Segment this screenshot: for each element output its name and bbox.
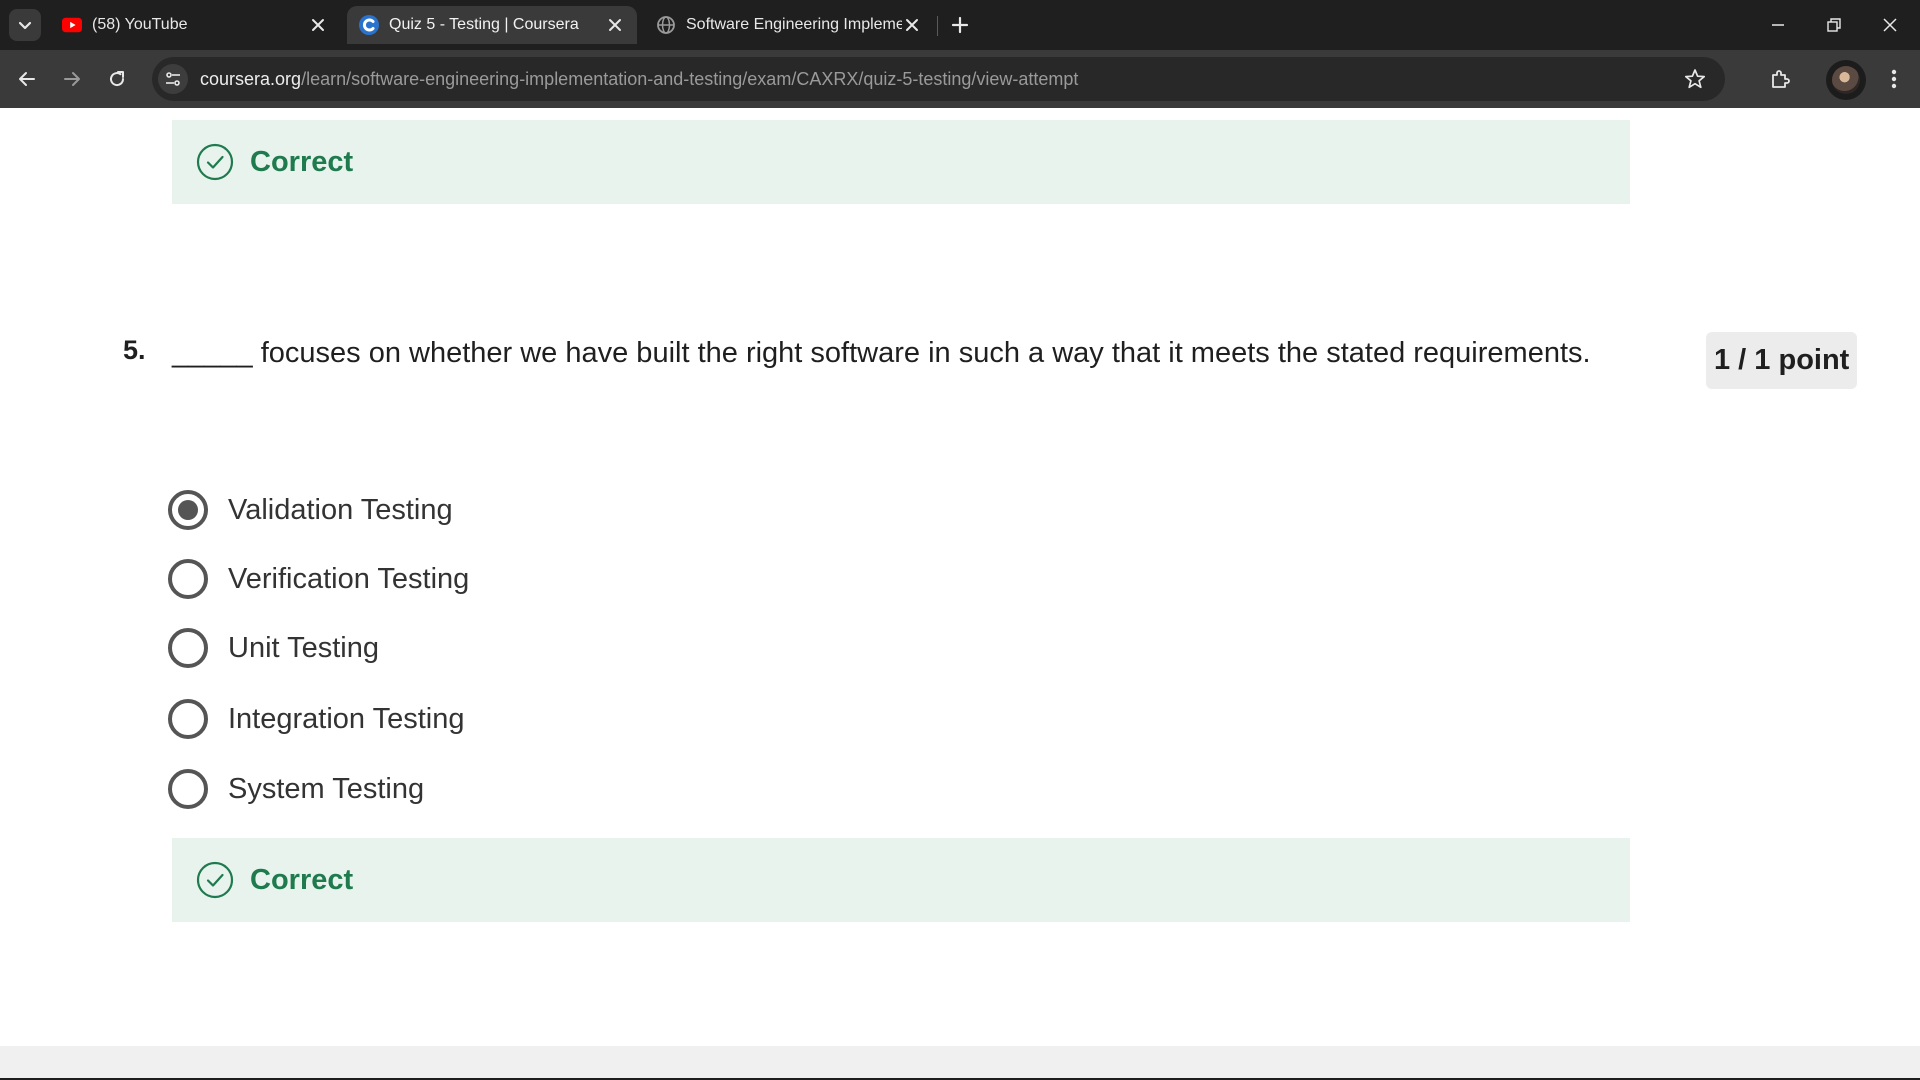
more-vertical-icon bbox=[1891, 69, 1897, 89]
arrow-left-icon bbox=[19, 72, 35, 86]
close-window-button[interactable] bbox=[1862, 0, 1918, 50]
radio-button-selected[interactable] bbox=[168, 490, 208, 530]
option-verification-testing[interactable]: Verification Testing bbox=[168, 559, 469, 599]
reload-icon bbox=[110, 71, 125, 87]
feedback-label: Correct bbox=[250, 145, 354, 178]
tab-search-button[interactable] bbox=[9, 9, 41, 41]
feedback-label: Correct bbox=[250, 863, 354, 896]
check-circle-icon bbox=[196, 861, 234, 899]
tab-title: (58) YouTube bbox=[92, 16, 188, 33]
option-label: Unit Testing bbox=[228, 631, 379, 664]
tab-title: Quiz 5 - Testing | Coursera bbox=[389, 16, 579, 33]
bookmark-button[interactable] bbox=[1681, 65, 1709, 93]
close-tab-icon[interactable] bbox=[902, 15, 922, 35]
option-system-testing[interactable]: System Testing bbox=[168, 769, 424, 809]
tab-title: Software Engineering Implemen bbox=[686, 16, 902, 33]
reload-button[interactable] bbox=[100, 62, 134, 96]
plus-icon bbox=[951, 16, 969, 34]
question-number: 5. bbox=[123, 335, 146, 365]
radio-button[interactable] bbox=[168, 699, 208, 739]
star-icon bbox=[1684, 69, 1706, 89]
check-circle-icon bbox=[196, 143, 234, 181]
points-badge: 1 / 1 point bbox=[1706, 332, 1858, 389]
radio-button[interactable] bbox=[168, 769, 208, 809]
globe-icon bbox=[656, 15, 676, 35]
youtube-icon bbox=[62, 15, 82, 35]
quiz-content: Correct 5. _____ focuses on whether we h… bbox=[0, 108, 1920, 1046]
restore-button[interactable] bbox=[1806, 0, 1862, 50]
minimize-button[interactable] bbox=[1750, 0, 1806, 50]
radio-dot bbox=[178, 500, 198, 520]
option-label: Validation Testing bbox=[228, 493, 453, 526]
site-info-button[interactable] bbox=[158, 64, 188, 94]
new-tab-button[interactable] bbox=[944, 9, 976, 41]
browser-menu-button[interactable] bbox=[1877, 62, 1911, 96]
avatar-image bbox=[1832, 66, 1860, 94]
url-text: coursera.org/learn/software-engineering-… bbox=[200, 69, 1078, 90]
previous-question-feedback: Correct bbox=[172, 120, 1630, 204]
url-path: /learn/software-engineering-implementati… bbox=[301, 68, 1079, 89]
puzzle-icon bbox=[1772, 70, 1790, 88]
arrow-right-icon bbox=[64, 72, 80, 86]
question-feedback: Correct bbox=[172, 838, 1630, 922]
radio-button[interactable] bbox=[168, 559, 208, 599]
close-icon bbox=[1883, 18, 1897, 32]
forward-button[interactable] bbox=[55, 62, 89, 96]
minimize-icon bbox=[1772, 24, 1784, 26]
profile-avatar[interactable] bbox=[1826, 60, 1866, 100]
chevron-down-icon bbox=[18, 21, 32, 30]
option-label: Verification Testing bbox=[228, 562, 470, 595]
back-button[interactable] bbox=[10, 62, 44, 96]
url-host: coursera.org bbox=[200, 68, 302, 89]
tab-youtube[interactable]: (58) YouTube bbox=[50, 6, 340, 44]
page-footer-strip bbox=[0, 1046, 1920, 1078]
option-integration-testing[interactable]: Integration Testing bbox=[168, 699, 464, 739]
address-bar[interactable]: coursera.org/learn/software-engineering-… bbox=[152, 57, 1725, 101]
option-unit-testing[interactable]: Unit Testing bbox=[168, 628, 379, 668]
tab-coursera-quiz[interactable]: Quiz 5 - Testing | Coursera bbox=[347, 6, 637, 44]
restore-icon bbox=[1827, 18, 1841, 32]
browser-tab-bar: (58) YouTube Quiz 5 - Testing | Coursera… bbox=[0, 0, 1920, 50]
close-tab-icon[interactable] bbox=[308, 15, 328, 35]
tune-icon bbox=[166, 72, 180, 86]
radio-button[interactable] bbox=[168, 628, 208, 668]
tab-software-engineering[interactable]: Software Engineering Implemen bbox=[644, 6, 934, 44]
close-tab-icon[interactable] bbox=[605, 15, 625, 35]
option-validation-testing[interactable]: Validation Testing bbox=[168, 490, 453, 530]
option-label: Integration Testing bbox=[228, 702, 465, 735]
browser-toolbar: coursera.org/learn/software-engineering-… bbox=[0, 50, 1920, 108]
coursera-icon bbox=[359, 15, 379, 35]
option-label: System Testing bbox=[228, 772, 425, 805]
extensions-button[interactable] bbox=[1763, 62, 1797, 96]
tab-separator bbox=[937, 16, 938, 36]
question-text: _____ focuses on whether we have built t… bbox=[172, 337, 1591, 369]
